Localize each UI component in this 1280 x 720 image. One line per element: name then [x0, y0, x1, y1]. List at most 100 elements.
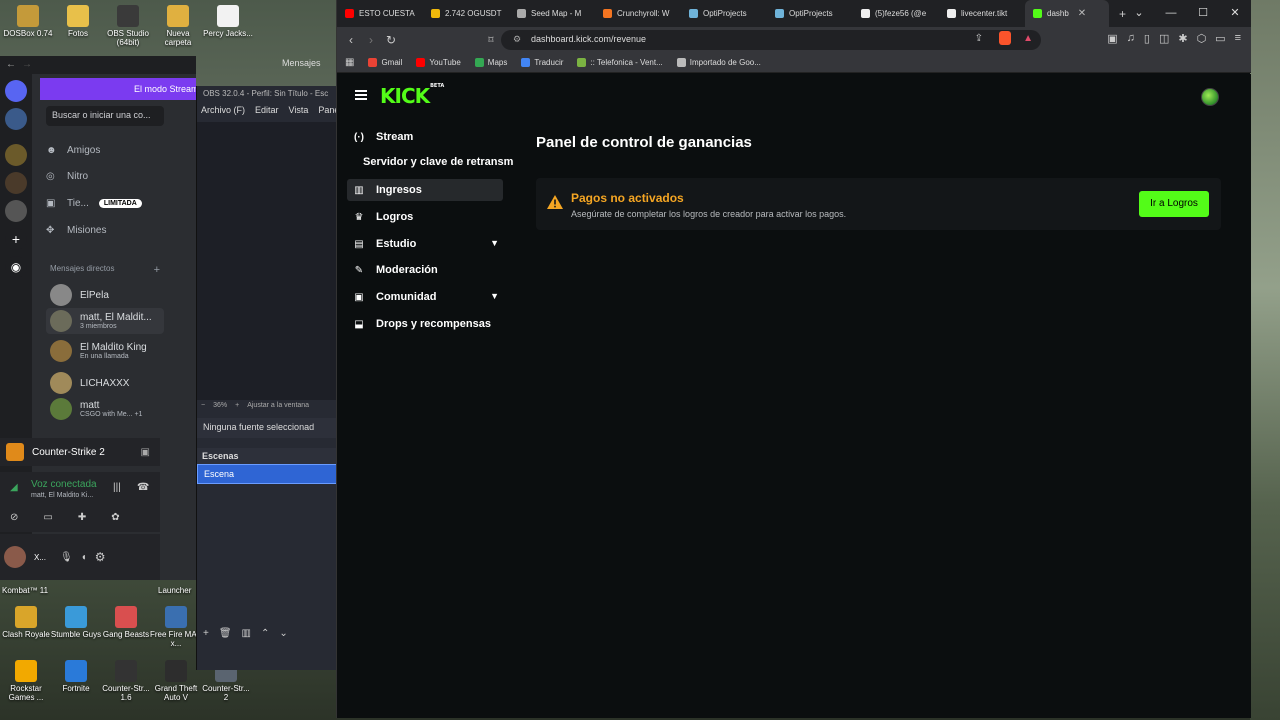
desktop-icon[interactable]: Free Fire MAX x... — [150, 606, 202, 648]
game-overlay-icon[interactable]: ▣ — [141, 447, 150, 458]
server-icon[interactable] — [5, 172, 27, 194]
desktop-icon[interactable]: Grand Theft Auto V — [150, 660, 202, 702]
fit-window-button[interactable]: Ajustar a la ventana — [247, 402, 309, 409]
share-icon[interactable]: ⇪ — [975, 33, 983, 44]
dm-item[interactable]: LICHAXXX — [46, 370, 164, 396]
discord-nav-quests[interactable]: ✥ Misiones — [46, 225, 106, 236]
add-dm-icon[interactable]: + — [154, 264, 160, 276]
vpn-icon[interactable]: ⬡ — [1197, 32, 1207, 45]
soundboard-icon[interactable]: ✿ — [111, 512, 119, 523]
chevron-down-icon[interactable]: ▼ — [490, 238, 499, 248]
move-down-icon[interactable]: ⌄ — [279, 628, 287, 639]
desktop-icon[interactable]: Rockstar Games ... — [0, 660, 52, 702]
sidebar-item-studio[interactable]: ▤ Estudio ▼ — [347, 233, 503, 255]
wallet-icon[interactable]: ▭ — [1215, 32, 1225, 45]
add-icon[interactable]: + — [203, 628, 209, 639]
close-icon[interactable]: ✕ — [1219, 0, 1251, 27]
minimize-icon[interactable]: — — [1155, 0, 1187, 27]
server-icon[interactable] — [5, 200, 27, 222]
discord-nav-friends[interactable]: ☻ Amigos — [46, 145, 100, 156]
discord-nav-nitro[interactable]: ◎ Nitro — [46, 171, 88, 182]
avatar[interactable] — [4, 546, 26, 568]
forward-arrow-icon[interactable]: → — [22, 59, 32, 70]
sidebar-item-revenue[interactable]: ▥ Ingresos — [347, 179, 503, 201]
address-bar[interactable]: ⚙ dashboard.kick.com/revenue ⇪ ▲ — [501, 30, 1041, 50]
menu-icon[interactable]: ≡ — [1235, 32, 1241, 45]
media-icon[interactable]: ♫ — [1127, 32, 1135, 45]
bookmark-item[interactable]: Maps — [474, 58, 507, 67]
add-server-icon[interactable]: + — [5, 228, 27, 250]
activities-icon[interactable]: ✚ — [78, 512, 86, 523]
sidebar-icon[interactable]: ▯ — [1144, 32, 1150, 45]
bookmark-item[interactable]: Importado de Goo... — [676, 58, 761, 67]
back-arrow-icon[interactable]: ← — [6, 59, 16, 70]
site-info-icon[interactable]: ⚙ — [513, 34, 521, 45]
go-to-achievements-button[interactable]: Ir a Logros — [1139, 191, 1209, 217]
desktop-icon[interactable]: Percy Jacks... — [202, 5, 254, 38]
sidebar-item-achievements[interactable]: ♛ Logros — [347, 206, 503, 228]
desktop-icon[interactable]: DOSBox 0.74 — [2, 5, 54, 38]
kick-logo[interactable]: KICKBETA — [380, 83, 444, 108]
voice-channel[interactable]: matt, El Maldito Ki... — [31, 492, 93, 499]
close-tab-icon[interactable]: ✕ — [1078, 8, 1086, 19]
discord-search-input[interactable]: Buscar o iniciar una co... — [46, 106, 164, 126]
avatar[interactable] — [1201, 88, 1219, 106]
back-icon[interactable]: ‹ — [341, 33, 361, 47]
zoom-out-icon[interactable]: − — [201, 402, 205, 409]
server-icon[interactable] — [5, 108, 27, 130]
tab[interactable]: Crunchyroll: W — [595, 0, 681, 27]
maximize-icon[interactable]: ☐ — [1187, 0, 1219, 27]
desktop-icon[interactable]: Counter-Str... 1.6 — [100, 660, 152, 702]
scene-item[interactable]: Escena — [197, 464, 337, 484]
sidebar-item-moderation[interactable]: ✎ Moderación — [347, 259, 503, 281]
extensions-puzzle-icon[interactable]: ✱ — [1178, 32, 1187, 45]
move-up-icon[interactable]: ⌃ — [261, 628, 269, 639]
microphone-icon[interactable]: 🎙 — [60, 552, 73, 563]
desktop-icon[interactable]: Fotos — [52, 5, 104, 38]
tab[interactable]: OptiProjects — [767, 0, 853, 27]
bookmark-item[interactable]: :: Telefonica - Vent... — [577, 58, 663, 67]
obs-menu-item[interactable]: Vista — [289, 105, 309, 117]
desktop-icon[interactable]: Nueva carpeta — [152, 5, 204, 47]
tab[interactable]: livecenter.tikt — [939, 0, 1025, 27]
tab[interactable]: 2.742 OGUSDT — [423, 0, 509, 27]
dm-item[interactable]: matt CSGO with Me... +1 — [46, 396, 164, 422]
server-icon[interactable] — [5, 144, 27, 166]
tab[interactable]: (5)feze56 (@e — [853, 0, 939, 27]
tab[interactable]: OptiProjects — [681, 0, 767, 27]
extension-icon[interactable]: ▣ — [1107, 32, 1117, 45]
sidebar-item-community[interactable]: ▣ Comunidad ▼ — [347, 286, 503, 308]
apps-grid-icon[interactable]: ▦ — [345, 57, 354, 68]
tab[interactable]: ESTO CUESTA — [337, 0, 423, 27]
bookmark-item[interactable]: Gmail — [368, 58, 402, 67]
brave-shields-icon[interactable] — [999, 31, 1011, 45]
bookmark-icon[interactable]: ⌑ — [481, 35, 501, 46]
obs-preview[interactable] — [197, 122, 339, 400]
tab[interactable]: Seed Map - M — [509, 0, 595, 27]
voice-activity-icon[interactable]: ||| — [113, 482, 121, 493]
dm-item[interactable]: ElPela — [46, 282, 164, 308]
dm-item[interactable]: El Maldito King En una llamada — [46, 338, 164, 364]
zoom-in-icon[interactable]: + — [235, 402, 239, 409]
chevron-down-icon[interactable]: ▼ — [490, 291, 499, 301]
obs-menu-item[interactable]: Archivo (F) — [201, 105, 245, 117]
desktop-icon[interactable]: Gang Beasts — [100, 606, 152, 639]
dm-item[interactable]: matt, El Maldit... 3 miembros — [46, 308, 164, 334]
sidebar-item-stream[interactable]: (·) Stream — [347, 126, 503, 148]
screen-share-icon[interactable]: ▭ — [43, 512, 52, 523]
reload-icon[interactable]: ↻ — [381, 33, 401, 47]
hamburger-menu-icon[interactable] — [355, 90, 367, 100]
discord-home-icon[interactable] — [5, 80, 27, 102]
gear-icon[interactable]: ⚙ — [95, 550, 106, 564]
camera-off-icon[interactable]: ⊘ — [10, 512, 18, 523]
desktop-icon[interactable]: Stumble Guys — [50, 606, 102, 639]
desktop-icon[interactable]: OBS Studio (64bit) — [102, 5, 154, 47]
discover-icon[interactable]: ◉ — [5, 256, 27, 278]
sidebar-subitem-server-key[interactable]: Servidor y clave de retransm — [363, 156, 513, 168]
desktop-icon[interactable]: Clash Royale — [0, 606, 52, 639]
stream-mode-banner[interactable]: El modo Stream — [40, 78, 196, 100]
filter-icon[interactable]: ▥ — [242, 628, 251, 639]
bookmark-item[interactable]: YouTube — [416, 58, 461, 67]
brave-rewards-icon[interactable]: ▲ — [1023, 33, 1033, 44]
sidebar-item-drops[interactable]: ⬓ Drops y recompensas — [347, 313, 503, 335]
